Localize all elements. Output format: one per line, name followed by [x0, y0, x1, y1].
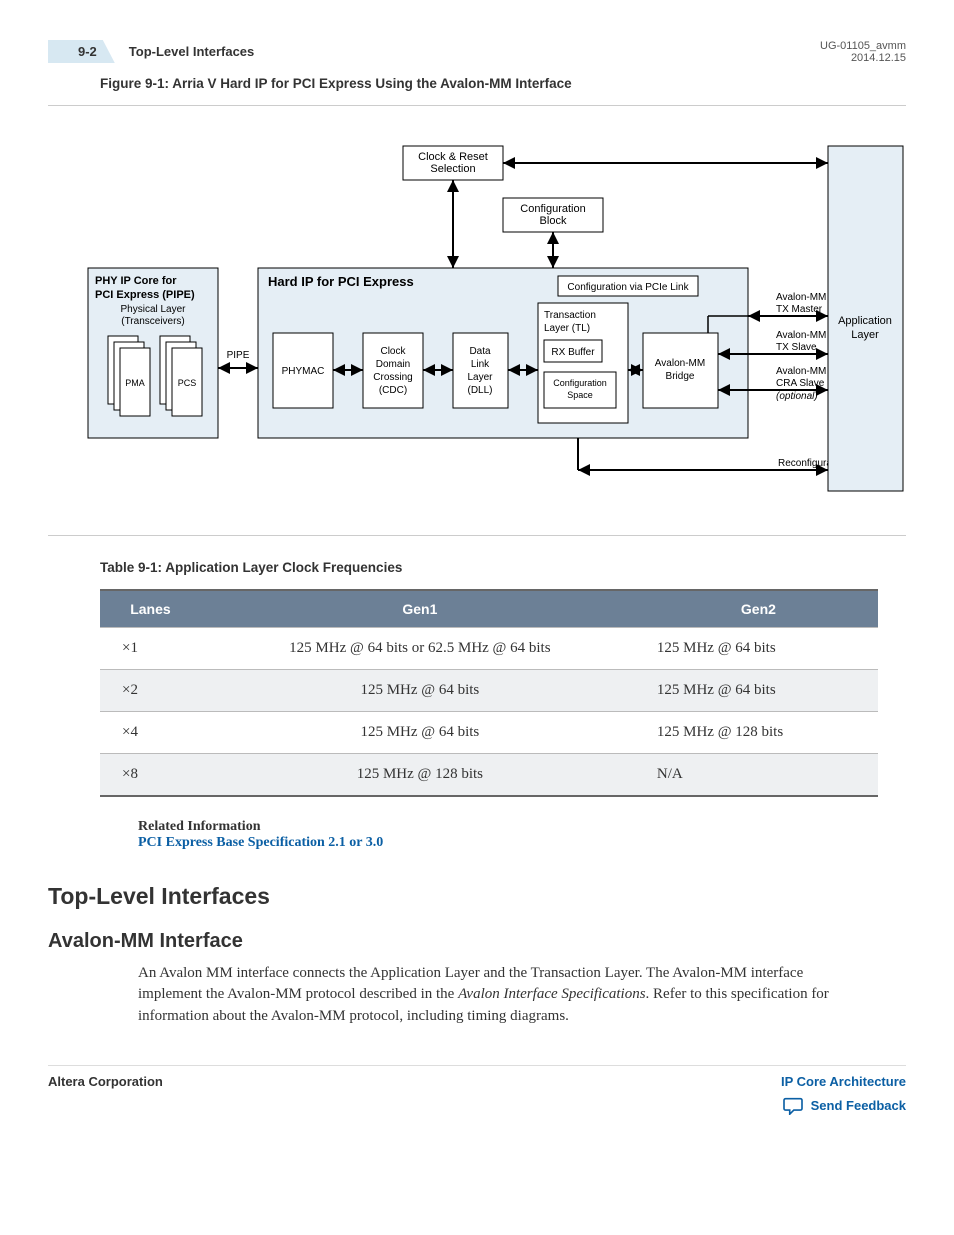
phy-sub2: (Transceivers)	[121, 316, 185, 327]
dll-l2: Link	[471, 359, 490, 370]
cdc-l2: Domain	[376, 359, 410, 370]
cell-gen2: 125 MHz @ 64 bits	[639, 670, 878, 712]
th-lanes: Lanes	[100, 590, 201, 628]
cell-lanes: ×8	[100, 754, 201, 797]
th-gen2: Gen2	[639, 590, 878, 628]
link-send-feedback[interactable]: Send Feedback	[811, 1098, 906, 1113]
txs-l1: Avalon-MM	[776, 330, 826, 341]
doc-date: 2014.12.15	[820, 52, 906, 64]
th-gen1: Gen1	[201, 590, 639, 628]
bridge-l1: Avalon-MM	[655, 358, 705, 369]
block-diagram: Clock & ResetSelection ConfigurationBloc…	[48, 105, 906, 536]
table-caption: Table 9-1: Application Layer Clock Frequ…	[100, 560, 906, 575]
cdc-l1: Clock	[380, 346, 406, 357]
txs-l2: TX Slave	[776, 342, 817, 353]
phy-title-2: PCI Express (PIPE)	[95, 289, 195, 301]
table-header-row: Lanes Gen1 Gen2	[100, 590, 878, 628]
cra-l1: Avalon-MM	[776, 366, 826, 377]
clock-freq-table: Lanes Gen1 Gen2 ×1 125 MHz @ 64 bits or …	[100, 589, 878, 797]
cra-opt: (optional)	[776, 391, 818, 402]
link-pcie-spec[interactable]: PCI Express Base Specification 2.1 or 3.…	[138, 835, 906, 851]
related-info-label: Related Information	[138, 819, 906, 835]
table-row: ×2 125 MHz @ 64 bits 125 MHz @ 64 bits	[100, 670, 878, 712]
block-rxbuffer: RX Buffer	[551, 347, 595, 358]
cfgspace-l1: Configuration	[553, 378, 607, 388]
cell-lanes: ×2	[100, 670, 201, 712]
table-row: ×1 125 MHz @ 64 bits or 62.5 MHz @ 64 bi…	[100, 628, 878, 670]
block-config-via-link: Configuration via PCIe Link	[567, 282, 689, 293]
cell-gen2: 125 MHz @ 64 bits	[639, 628, 878, 670]
page-header: 9-2 Top-Level Interfaces UG-01105_avmm 2…	[48, 40, 906, 64]
phy-title-1: PHY IP Core for	[95, 275, 177, 287]
heading-top-level-interfaces: Top-Level Interfaces	[48, 883, 906, 910]
cdc-l3: Crossing	[373, 372, 412, 383]
dll-l3: Layer	[467, 372, 493, 383]
cfgspace-l2: Space	[567, 390, 593, 400]
running-title: Top-Level Interfaces	[129, 44, 254, 59]
block-pma: PMA	[125, 378, 145, 388]
cell-gen1: 125 MHz @ 64 bits or 62.5 MHz @ 64 bits	[201, 628, 639, 670]
feedback-icon[interactable]	[783, 1097, 803, 1115]
page-number-chip: 9-2	[48, 40, 115, 63]
hardip-title: Hard IP for PCI Express	[268, 274, 414, 289]
tl-l2: Layer (TL)	[544, 323, 590, 334]
body-paragraph: An Avalon MM interface connects the Appl…	[138, 963, 858, 1027]
txm-l1: Avalon-MM	[776, 292, 826, 303]
phy-sub1: Physical Layer	[120, 304, 186, 315]
cra-l2: CRA Slave	[776, 378, 825, 389]
table-row: ×4 125 MHz @ 64 bits 125 MHz @ 128 bits	[100, 712, 878, 754]
cell-gen2: N/A	[639, 754, 878, 797]
cell-lanes: ×4	[100, 712, 201, 754]
footer-company: Altera Corporation	[48, 1074, 163, 1089]
dll-l4: (DLL)	[467, 385, 492, 396]
cell-gen2: 125 MHz @ 128 bits	[639, 712, 878, 754]
dll-l1: Data	[469, 346, 491, 357]
txm-l2: TX Master	[776, 304, 823, 315]
app-l1: Application	[838, 315, 892, 327]
tl-l1: Transaction	[544, 310, 596, 321]
cell-gen1: 125 MHz @ 64 bits	[201, 670, 639, 712]
block-phymac: PHYMAC	[282, 366, 325, 377]
body-text-em: Avalon Interface Specifications	[458, 986, 645, 1002]
heading-avalon-mm-interface: Avalon-MM Interface	[48, 930, 906, 953]
cell-gen1: 125 MHz @ 64 bits	[201, 712, 639, 754]
bridge-l2: Bridge	[666, 371, 695, 382]
link-ip-core-architecture[interactable]: IP Core Architecture	[781, 1074, 906, 1089]
label-pipe: PIPE	[227, 350, 250, 361]
block-pcs: PCS	[178, 378, 197, 388]
cell-gen1: 125 MHz @ 128 bits	[201, 754, 639, 797]
doc-id: UG-01105_avmm	[820, 40, 906, 52]
table-row: ×8 125 MHz @ 128 bits N/A	[100, 754, 878, 797]
figure-caption: Figure 9-1: Arria V Hard IP for PCI Expr…	[100, 76, 906, 91]
app-l2: Layer	[851, 329, 879, 341]
cdc-l4: (CDC)	[379, 385, 407, 396]
cell-lanes: ×1	[100, 628, 201, 670]
